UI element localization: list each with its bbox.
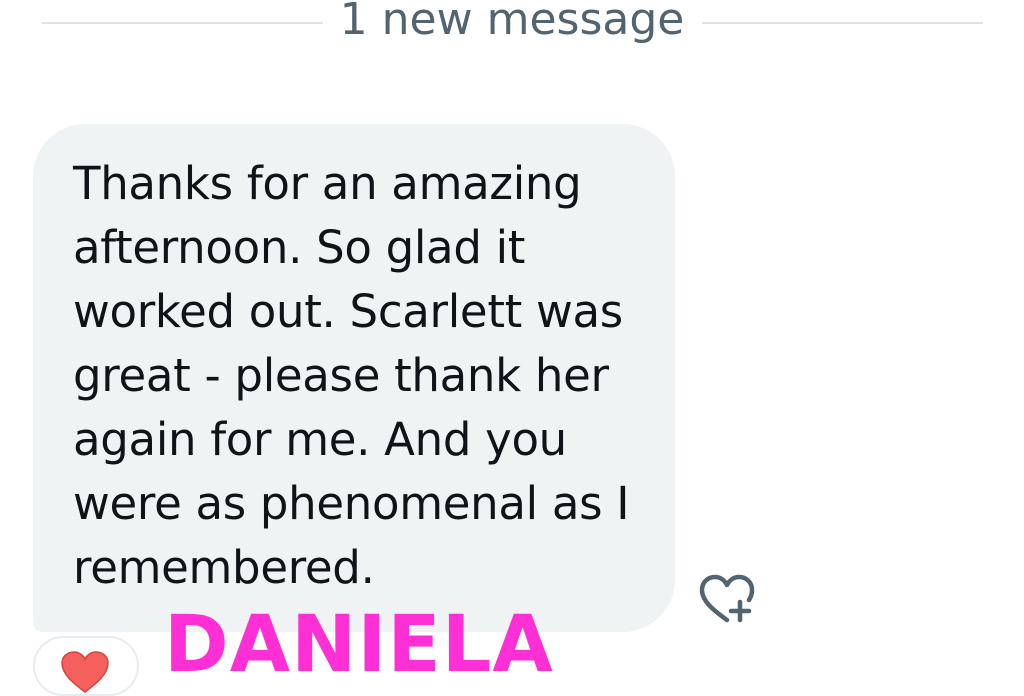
heart-plus-icon: [699, 574, 755, 623]
divider-line-left: [42, 22, 323, 24]
red-heart-icon: [61, 651, 109, 693]
message-text: Thanks for an amazing afternoon. So glad…: [73, 157, 630, 594]
reaction-chip[interactable]: [33, 636, 139, 696]
message-bubble[interactable]: Thanks for an amazing afternoon. So glad…: [33, 124, 675, 632]
watermark-name: DANIELA: [164, 600, 554, 690]
divider-line-right: [702, 22, 983, 24]
new-message-label: 1 new message: [339, 0, 685, 45]
add-reaction-button[interactable]: [696, 572, 758, 628]
